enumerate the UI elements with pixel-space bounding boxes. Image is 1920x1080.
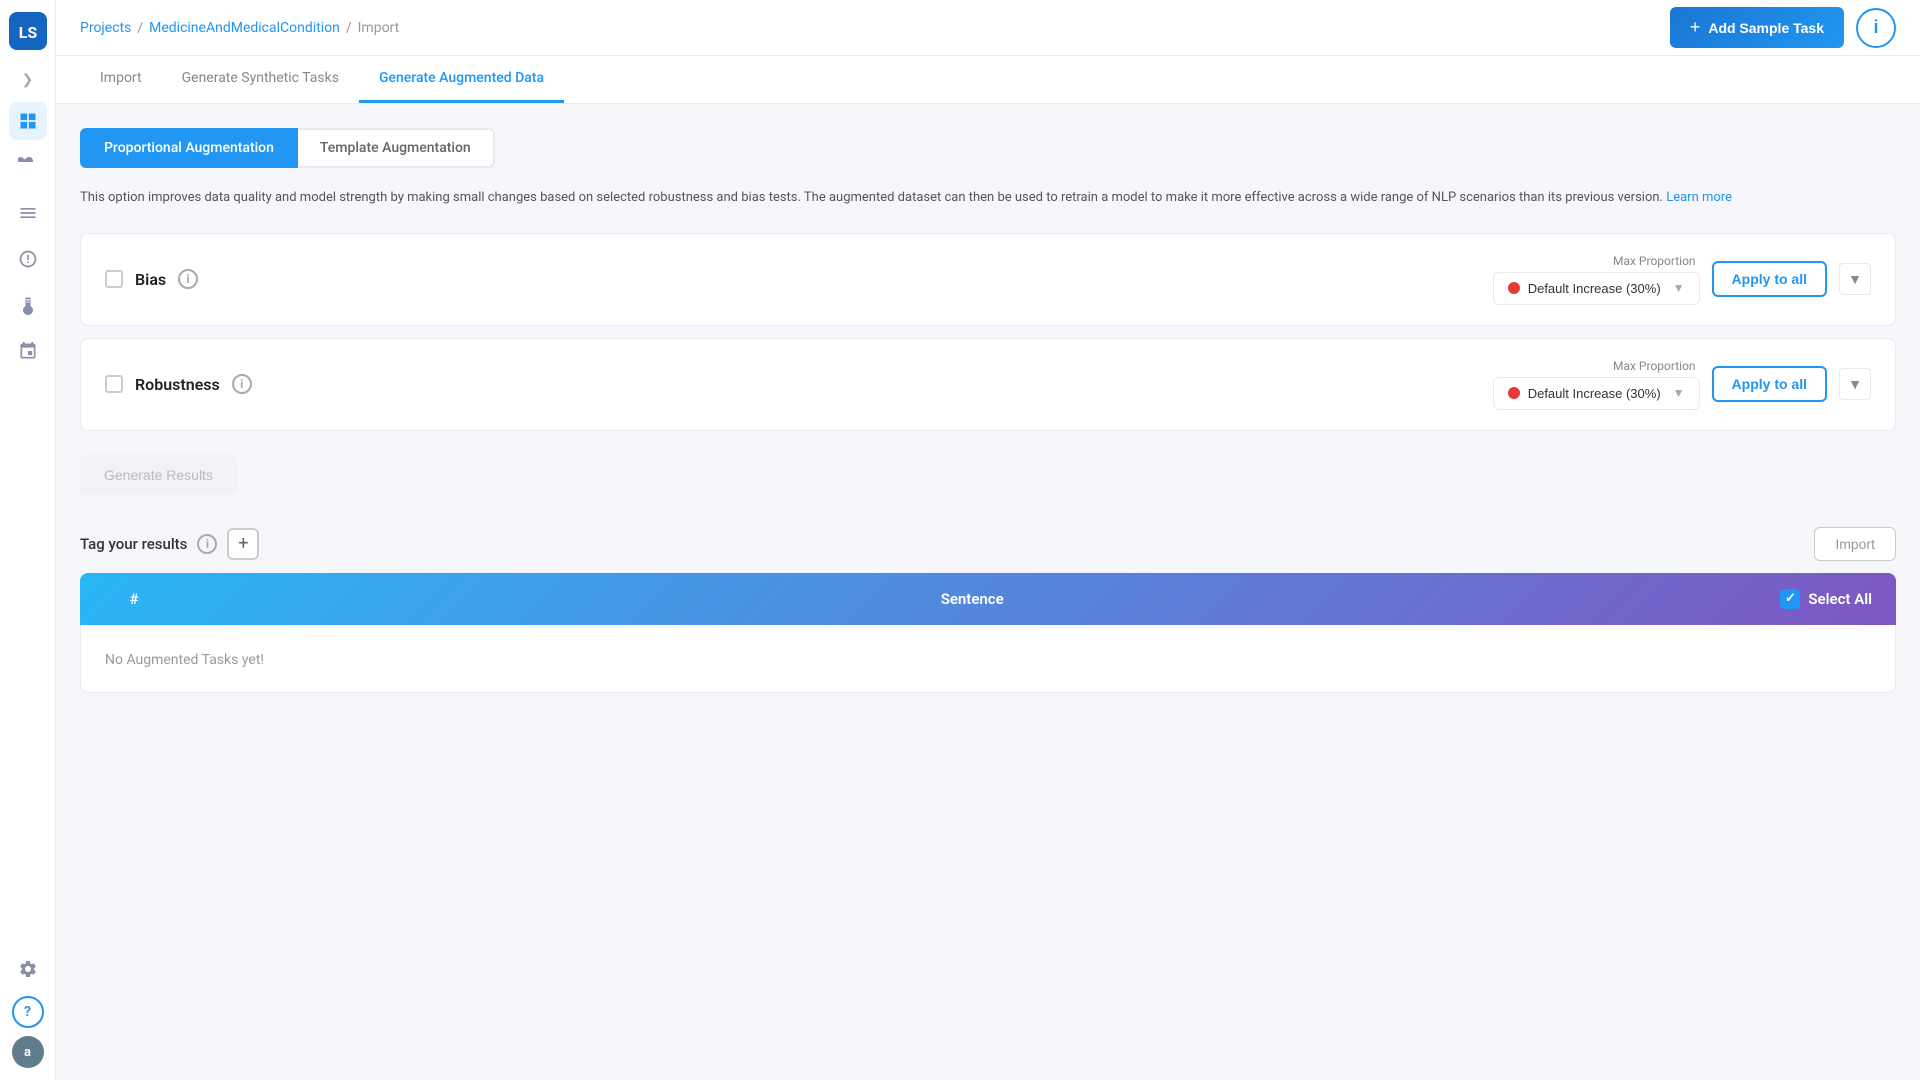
select-all-label: Select All xyxy=(1808,590,1872,608)
robustness-max-prop-group: Max Proportion Default Increase (30%) ▼ xyxy=(1493,359,1700,410)
tag-plus-button[interactable]: + xyxy=(227,528,259,560)
robustness-dropdown[interactable]: Default Increase (30%) ▼ xyxy=(1493,377,1700,410)
bias-dropdown[interactable]: Default Increase (30%) ▼ xyxy=(1493,272,1700,305)
tag-info-icon[interactable]: i xyxy=(197,534,217,554)
tab-import[interactable]: Import xyxy=(80,56,162,103)
bias-dropdown-chevron: ▼ xyxy=(1673,281,1685,295)
sidebar-icon-integrations[interactable] xyxy=(9,332,47,370)
add-sample-task-button[interactable]: + Add Sample Task xyxy=(1670,7,1844,48)
description-text: This option improves data quality and mo… xyxy=(80,188,1896,209)
table-header: # Sentence ✓ Select All xyxy=(80,573,1896,625)
topbar-actions: + Add Sample Task i xyxy=(1670,7,1896,48)
sub-tab-proportional[interactable]: Proportional Augmentation xyxy=(80,128,298,168)
robustness-expand-button[interactable]: ▼ xyxy=(1839,368,1871,400)
table-col-sentence: Sentence xyxy=(164,590,1780,608)
sidebar-logo: LS xyxy=(9,12,47,50)
breadcrumb-current: Import xyxy=(358,20,400,36)
bias-max-prop-label: Max Proportion xyxy=(1613,254,1696,268)
breadcrumb-sep1: / xyxy=(137,20,143,36)
robustness-info-icon[interactable]: i xyxy=(232,374,252,394)
bias-max-prop-group: Max Proportion Default Increase (30%) ▼ xyxy=(1493,254,1700,305)
sub-tab-template[interactable]: Template Augmentation xyxy=(298,128,495,168)
topbar: Projects / MedicineAndMedicalCondition /… xyxy=(56,0,1920,56)
sidebar-help-icon[interactable]: ? xyxy=(12,996,44,1028)
no-tasks-message: No Augmented Tasks yet! xyxy=(105,652,264,668)
robustness-max-prop-label: Max Proportion xyxy=(1613,359,1696,373)
bias-section: Bias i Max Proportion Default Increase (… xyxy=(80,233,1896,326)
breadcrumb: Projects / MedicineAndMedicalCondition /… xyxy=(80,20,399,36)
generate-results-button[interactable]: Generate Results xyxy=(80,455,237,495)
results-table: # Sentence ✓ Select All No Augmented Tas… xyxy=(80,573,1896,693)
robustness-checkbox[interactable] xyxy=(105,375,123,393)
robustness-dropdown-dot xyxy=(1508,387,1520,399)
bias-title: Bias xyxy=(135,270,166,289)
robustness-section: Robustness i Max Proportion Default Incr… xyxy=(80,338,1896,431)
sidebar-avatar: a xyxy=(12,1036,44,1068)
sidebar-icon-projects[interactable] xyxy=(9,148,47,186)
svg-text:LS: LS xyxy=(18,23,37,42)
robustness-dropdown-chevron: ▼ xyxy=(1673,386,1685,400)
content-area: Proportional Augmentation Template Augme… xyxy=(56,104,1920,1080)
bias-apply-all-button[interactable]: Apply to all xyxy=(1712,261,1827,297)
breadcrumb-project-link[interactable]: MedicineAndMedicalCondition xyxy=(149,20,340,36)
learn-more-link[interactable]: Learn more xyxy=(1666,190,1732,205)
sidebar-chevron[interactable]: ❯ xyxy=(14,66,42,94)
tag-left: Tag your results i + xyxy=(80,528,259,560)
breadcrumb-projects-link[interactable]: Projects xyxy=(80,20,131,36)
bias-dropdown-dot xyxy=(1508,282,1520,294)
robustness-title: Robustness xyxy=(135,375,220,394)
robustness-card-left: Robustness i xyxy=(105,374,1493,394)
nav-tabs: Import Generate Synthetic Tasks Generate… xyxy=(56,56,1920,104)
info-button[interactable]: i xyxy=(1856,8,1896,48)
bias-expand-button[interactable]: ▼ xyxy=(1839,263,1871,295)
add-sample-label: Add Sample Task xyxy=(1708,20,1824,36)
robustness-card-right: Max Proportion Default Increase (30%) ▼ … xyxy=(1493,359,1871,410)
tag-label: Tag your results xyxy=(80,535,187,553)
select-all-area[interactable]: ✓ Select All xyxy=(1780,589,1872,609)
robustness-apply-all-button[interactable]: Apply to all xyxy=(1712,366,1827,402)
tab-generate-synthetic[interactable]: Generate Synthetic Tasks xyxy=(162,56,359,103)
bias-card-right: Max Proportion Default Increase (30%) ▼ … xyxy=(1493,254,1871,305)
sidebar-icon-dashboard[interactable] xyxy=(9,102,47,140)
tab-generate-augmented[interactable]: Generate Augmented Data xyxy=(359,56,564,103)
bias-checkbox[interactable] xyxy=(105,270,123,288)
sidebar-icon-tasks[interactable] xyxy=(9,194,47,232)
bias-info-icon[interactable]: i xyxy=(178,269,198,289)
sidebar-icon-explore[interactable] xyxy=(9,240,47,278)
table-col-hash: # xyxy=(104,590,164,608)
main-area: Projects / MedicineAndMedicalCondition /… xyxy=(56,0,1920,1080)
tag-section-header: Tag your results i + Import xyxy=(80,527,1896,561)
bias-dropdown-label: Default Increase (30%) xyxy=(1528,281,1661,296)
table-body: No Augmented Tasks yet! xyxy=(80,625,1896,693)
plus-icon: + xyxy=(1690,17,1701,38)
bias-card-left: Bias i xyxy=(105,269,1493,289)
sidebar-icon-experiments[interactable] xyxy=(9,286,47,324)
sidebar-bottom: ? a xyxy=(9,950,47,1068)
tag-import-button[interactable]: Import xyxy=(1814,527,1896,561)
select-all-checkbox[interactable]: ✓ xyxy=(1780,589,1800,609)
sidebar-icon-settings[interactable] xyxy=(9,950,47,988)
breadcrumb-sep2: / xyxy=(346,20,352,36)
sub-tabs: Proportional Augmentation Template Augme… xyxy=(80,128,1896,168)
sidebar: LS ❯ ? a xyxy=(0,0,56,1080)
robustness-dropdown-label: Default Increase (30%) xyxy=(1528,386,1661,401)
